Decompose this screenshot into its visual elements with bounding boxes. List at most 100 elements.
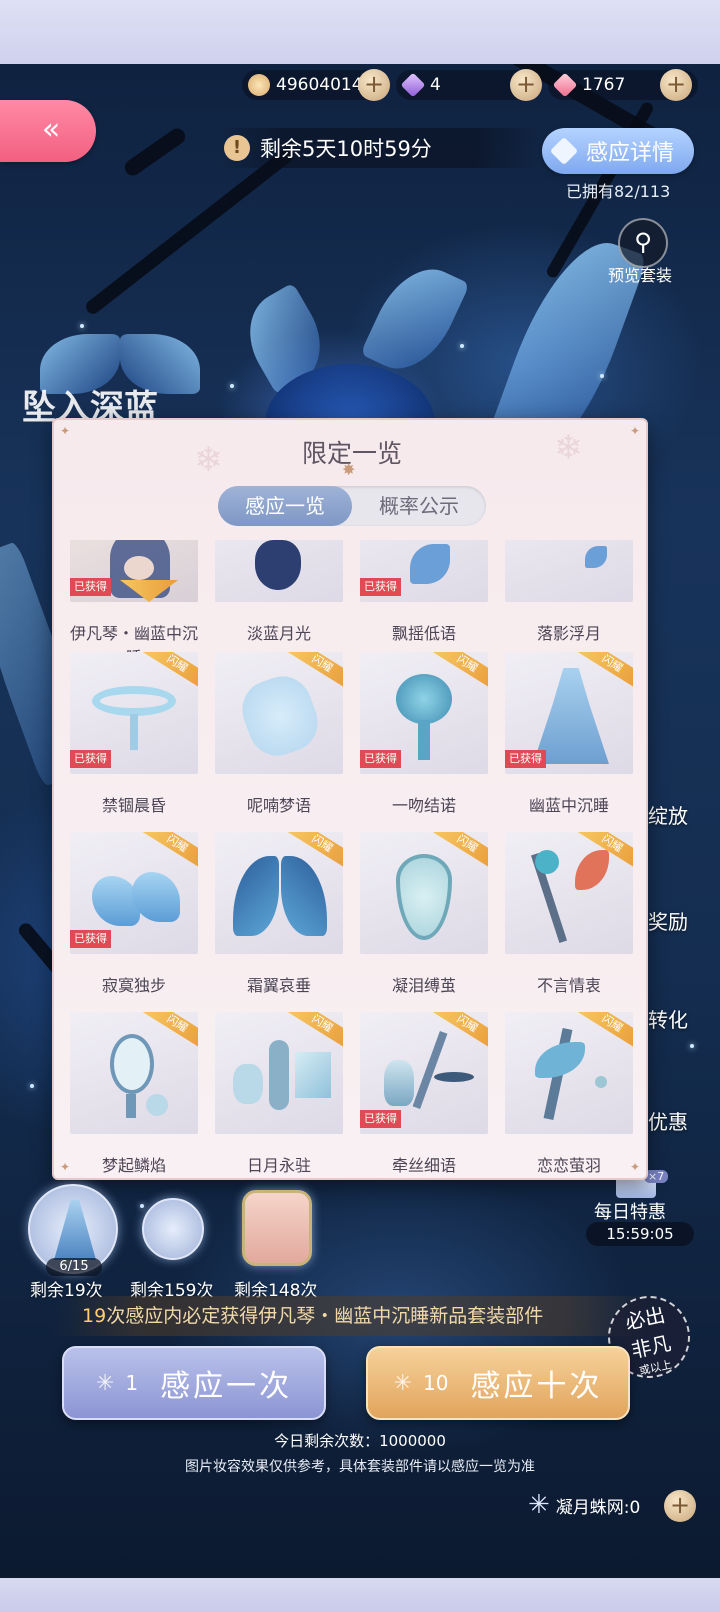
preview-outfit-button[interactable]: ⚲ [618, 218, 668, 268]
grid-item[interactable]: 闪耀 已获得 寂寞独步 [64, 832, 204, 1002]
shine-badge: 闪耀 [578, 1012, 633, 1050]
cat-coin-icon [248, 74, 270, 96]
today-remaining: 今日剩余次数：1000000 [274, 1432, 446, 1450]
purple-diamond-icon [400, 72, 426, 98]
draw-once-cost: 1 [125, 1371, 139, 1395]
grid-item[interactable]: 淡蓝月光 [209, 540, 349, 650]
side-reward-discount[interactable]: 优惠 [648, 1106, 720, 1135]
item-name: 飘摇低语 [391, 624, 456, 643]
item-thumbnail [215, 540, 343, 602]
side-reward-reward[interactable]: 奖励 [648, 906, 720, 935]
item-name: 不言情衷 [536, 976, 601, 995]
spider-web-icon: ✳ [528, 1490, 550, 1520]
reward-outfit-3[interactable] [242, 1190, 312, 1266]
draw-ten-button[interactable]: ✳ 10 感应十次 [366, 1346, 630, 1420]
spider-web-resource: ✳ 凝月蛛网:0 [528, 1488, 640, 1522]
obtained-badge: 已获得 [360, 1110, 401, 1128]
preview-outfit-label: 预览套装 [608, 266, 673, 285]
add-purple-diamond-button[interactable]: + [510, 69, 542, 101]
item-name: 日月永驻 [246, 1156, 311, 1175]
item-name: 霜翼哀垂 [246, 976, 311, 995]
grid-item[interactable]: 闪耀 已获得 牵丝细语 [354, 1012, 494, 1178]
draw-once-button[interactable]: ✳ 1 感应一次 [62, 1346, 326, 1420]
title-ornament-icon: ✸ [342, 460, 356, 479]
item-thumbnail: 已获得 [70, 540, 198, 602]
tab-overview[interactable]: 感应一览 [218, 486, 352, 526]
item-thumbnail: 闪耀 [360, 832, 488, 954]
grid-item[interactable]: 闪耀 霜翼哀垂 [209, 832, 349, 1002]
grid-item[interactable]: 闪耀 恋恋萤羽 [499, 1012, 639, 1178]
event-timer: ! 剩余5天10时59分 [220, 128, 540, 168]
grid-item[interactable]: 闪耀 日月永驻 [209, 1012, 349, 1178]
side-reward-convert[interactable]: 转化 [648, 1004, 720, 1033]
item-grid[interactable]: 已获得 伊凡琴・幽蓝中沉睡 淡蓝月光 已获得 飘摇低语 落影浮月 [54, 540, 646, 1178]
item-thumbnail: 已获得 [360, 540, 488, 602]
grid-item[interactable]: 闪耀 凝泪缚茧 [354, 832, 494, 1002]
reward-outfit-2[interactable] [142, 1198, 204, 1260]
purple-diamond-value: 4 [430, 75, 441, 95]
item-name: 淡蓝月光 [246, 624, 311, 643]
grid-item[interactable]: 闪耀 呢喃梦语 [209, 652, 349, 822]
item-name: 寂寞独步 [101, 976, 166, 995]
add-gold-button[interactable]: + [358, 69, 390, 101]
grid-item[interactable]: 已获得 伊凡琴・幽蓝中沉睡 [64, 540, 204, 667]
daily-deal-label: 每日特惠 [594, 1202, 666, 1223]
draw-ten-label: 感应十次 [470, 1369, 603, 1404]
detail-button-label: 感应详情 [586, 141, 675, 166]
side-reward-bloom[interactable]: 绽放 [648, 800, 720, 829]
daily-deal-time: 15:59:05 [586, 1222, 694, 1246]
add-spider-web-button[interactable]: + [664, 1490, 696, 1522]
obtained-badge: 已获得 [70, 930, 111, 948]
guarantee-banner: 19次感应内必定获得伊凡琴・幽蓝中沉睡新品套装部件 [54, 1296, 654, 1336]
item-thumbnail: 闪耀 [215, 652, 343, 774]
item-name: 凝泪缚茧 [391, 976, 456, 995]
item-thumbnail: 闪耀 [505, 832, 633, 954]
item-thumbnail: 闪耀 [70, 1012, 198, 1134]
spider-web-icon: ✳ [95, 1370, 118, 1396]
obtained-badge: 已获得 [360, 578, 401, 596]
top-frame-bar [0, 0, 720, 64]
daily-deal[interactable]: ×7 每日特惠 15:59:05 [586, 1170, 694, 1246]
grid-item[interactable]: 已获得 飘摇低语 [354, 540, 494, 650]
spider-web-count: 凝月蛛网:0 [555, 1497, 641, 1518]
grid-item[interactable]: 闪耀 已获得 一吻结诺 [354, 652, 494, 822]
item-thumbnail: 闪耀 [505, 1012, 633, 1134]
grid-item[interactable]: 闪耀 梦起鳞焰 [64, 1012, 204, 1178]
item-name: 梦起鳞焰 [101, 1156, 166, 1175]
item-thumbnail: 闪耀 [215, 832, 343, 954]
grid-item[interactable]: 闪耀 已获得 幽蓝中沉睡 [499, 652, 639, 822]
grid-item[interactable]: 落影浮月 [499, 540, 639, 650]
limited-overview-modal: ✦ ✦ ✦ ✦ ❄ ❄ 限定一览 ✸ 感应一览 概率公示 已获得 伊凡琴・幽蓝中… [52, 418, 648, 1180]
progress-counter: 6/15 [46, 1258, 102, 1276]
disclaimer-note: 图片妆容效果仅供参考，具体套装部件请以感应一览为准 [185, 1459, 535, 1475]
item-name: 呢喃梦语 [246, 796, 311, 815]
modal-tabs: 感应一览 概率公示 [218, 486, 486, 526]
obtained-badge: 已获得 [360, 750, 401, 768]
item-thumbnail: 闪耀 [215, 1012, 343, 1134]
shine-badge: 闪耀 [578, 652, 633, 690]
obtained-badge: 已获得 [70, 578, 111, 596]
detail-button[interactable]: 感应详情 [542, 128, 694, 174]
add-pink-diamond-button[interactable]: + [660, 69, 692, 101]
item-thumbnail [505, 540, 633, 602]
item-thumbnail: 闪耀 已获得 [70, 832, 198, 954]
bottom-frame-bar [0, 1578, 720, 1612]
item-name: 落影浮月 [536, 624, 601, 643]
back-button[interactable]: « [0, 100, 96, 162]
guarantee-text: 次感应内必定获得伊凡琴・幽蓝中沉睡新品套装部件 [106, 1305, 544, 1327]
timer-text: 剩余5天10时59分 [260, 137, 432, 161]
item-name: 恋恋萤羽 [536, 1156, 601, 1175]
item-thumbnail: 闪耀 已获得 [70, 652, 198, 774]
item-name: 幽蓝中沉睡 [528, 796, 609, 815]
pink-diamond-value: 1767 [582, 75, 626, 95]
magnifier-icon: ⚲ [634, 228, 652, 256]
shine-badge: 闪耀 [143, 832, 198, 870]
grid-item[interactable]: 闪耀 已获得 禁锢晨昏 [64, 652, 204, 822]
item-name: 牵丝细语 [391, 1156, 456, 1175]
obtained-badge: 已获得 [70, 750, 111, 768]
exclamation-icon: ! [224, 135, 250, 161]
spider-web-icon: ✳ [393, 1370, 415, 1396]
grid-item[interactable]: 闪耀 不言情衷 [499, 832, 639, 1002]
tab-probability[interactable]: 概率公示 [352, 486, 486, 526]
obtained-badge: 已获得 [505, 750, 546, 768]
